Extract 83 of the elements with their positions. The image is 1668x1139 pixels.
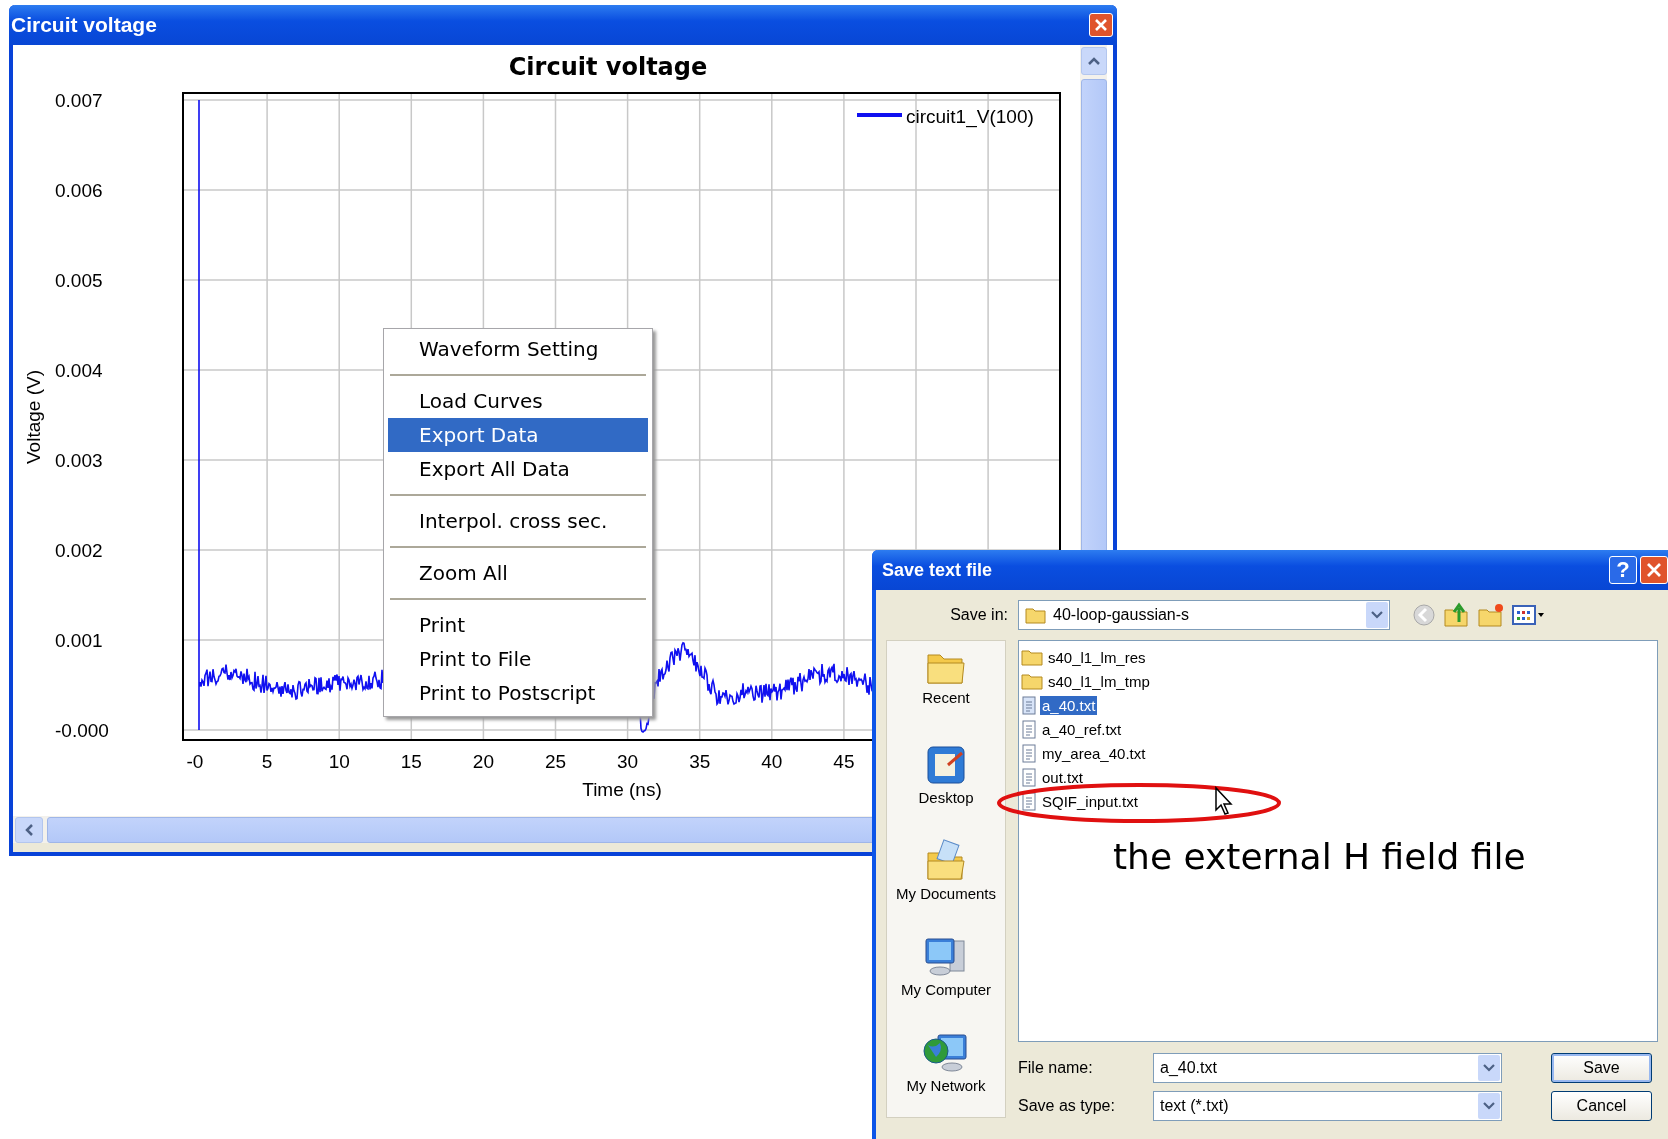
x-tick-label: 35 xyxy=(689,751,711,772)
save-as-type-label: Save as type: xyxy=(1018,1097,1116,1115)
y-axis-title: Voltage (V) xyxy=(23,370,44,464)
chevron-down-icon xyxy=(1371,611,1383,619)
file-name-label: File name: xyxy=(1018,1059,1094,1077)
menu-item[interactable]: Export Data xyxy=(388,418,648,452)
menu-item[interactable]: Zoom All xyxy=(388,556,648,590)
chart-title: Circuit voltage xyxy=(508,53,708,81)
x-tick-label: -0 xyxy=(186,751,204,772)
x-tick-label: 45 xyxy=(833,751,855,772)
chevron-down-icon xyxy=(1483,1102,1495,1110)
menu-item[interactable]: Waveform Setting xyxy=(388,332,648,366)
save-in-label: Save in: xyxy=(949,606,1008,624)
y-tick-label: -0.000 xyxy=(55,720,109,741)
chevron-up-icon xyxy=(1086,56,1101,66)
close-button[interactable] xyxy=(1089,13,1113,37)
close-button[interactable] xyxy=(1640,556,1668,584)
y-tick-label: 0.003 xyxy=(55,450,103,471)
annotation-text: the external H field file xyxy=(1113,836,1526,877)
file-item[interactable]: s40_l1_lm_res xyxy=(1021,645,1655,669)
text-file-icon xyxy=(1021,743,1037,763)
menu-item[interactable]: Print xyxy=(388,608,648,642)
close-icon xyxy=(1646,562,1662,578)
x-tick-label: 30 xyxy=(617,751,639,772)
file-name-field[interactable]: a_40.txt xyxy=(1153,1053,1502,1083)
menu-item[interactable]: Load Curves xyxy=(388,384,648,418)
cancel-button[interactable]: Cancel xyxy=(1551,1091,1652,1121)
new-folder-icon[interactable] xyxy=(1478,603,1504,627)
place-item[interactable]: Desktop xyxy=(918,743,974,829)
place-item[interactable]: My Network xyxy=(906,1031,986,1117)
folder-icon xyxy=(1021,672,1043,690)
save-in-dropdown[interactable]: 40-loop-gaussian-s xyxy=(1018,600,1390,630)
file-item[interactable]: a_40_ref.txt xyxy=(1021,717,1655,741)
y-tick-label: 0.001 xyxy=(55,630,103,651)
place-item[interactable]: My Computer xyxy=(901,935,991,1021)
x-tick-label: 5 xyxy=(261,751,273,772)
file-item[interactable]: out.txt xyxy=(1021,765,1655,789)
file-item[interactable]: s40_l1_lm_tmp xyxy=(1021,669,1655,693)
y-tick-label: 0.005 xyxy=(55,270,103,291)
mouse-cursor-icon xyxy=(1214,786,1234,816)
x-tick-label: 40 xyxy=(761,751,783,772)
menu-item[interactable]: Export All Data xyxy=(388,452,648,486)
file-item[interactable]: my_area_40.txt xyxy=(1021,741,1655,765)
menu-item[interactable]: Print to File xyxy=(388,642,648,676)
network-icon xyxy=(922,1031,970,1075)
file-item[interactable]: a_40.txt xyxy=(1021,693,1655,717)
chevron-left-icon xyxy=(24,822,34,837)
chevron-down-icon xyxy=(1483,1064,1495,1072)
y-tick-label: 0.006 xyxy=(55,180,103,201)
desktop-icon xyxy=(924,743,968,787)
dialog-title: Save text file xyxy=(881,559,993,581)
menu-item[interactable]: Print to Postscript xyxy=(388,676,648,710)
close-icon xyxy=(1094,18,1108,32)
save-button[interactable]: Save xyxy=(1551,1053,1652,1083)
x-tick-label: 15 xyxy=(400,751,422,772)
file-item[interactable]: SQIF_input.txt xyxy=(1021,789,1655,813)
menu-item[interactable]: Interpol. cross sec. xyxy=(388,504,648,538)
x-tick-label: 20 xyxy=(472,751,494,772)
y-tick-label: 0.007 xyxy=(55,90,103,111)
folder-icon xyxy=(1025,606,1047,624)
scroll-up-button[interactable] xyxy=(1080,47,1107,75)
x-axis-title: Time (ns) xyxy=(582,779,662,800)
documents-folder-icon xyxy=(924,839,968,883)
file-type-dropdown[interactable]: text (*.txt) xyxy=(1153,1091,1502,1121)
legend-label: circuit1_V(100) xyxy=(906,106,1034,127)
y-tick-label: 0.004 xyxy=(55,360,103,381)
scroll-left-button[interactable] xyxy=(15,816,43,843)
text-file-icon xyxy=(1021,791,1037,811)
text-file-icon xyxy=(1021,695,1037,715)
view-menu-icon[interactable] xyxy=(1512,604,1546,626)
x-tick-label: 10 xyxy=(328,751,350,772)
back-icon[interactable] xyxy=(1412,603,1436,627)
legend-line xyxy=(857,113,902,117)
x-tick-label: 25 xyxy=(544,751,567,772)
place-item[interactable]: Recent xyxy=(922,647,970,733)
y-tick-label: 0.002 xyxy=(55,540,103,561)
text-file-icon xyxy=(1021,767,1037,787)
window-title: Circuit voltage xyxy=(10,13,157,37)
place-item[interactable]: My Documents xyxy=(896,839,996,925)
folder-icon xyxy=(1021,648,1043,666)
text-file-icon xyxy=(1021,719,1037,739)
up-folder-icon[interactable] xyxy=(1444,602,1470,628)
help-button[interactable]: ? xyxy=(1609,556,1637,584)
